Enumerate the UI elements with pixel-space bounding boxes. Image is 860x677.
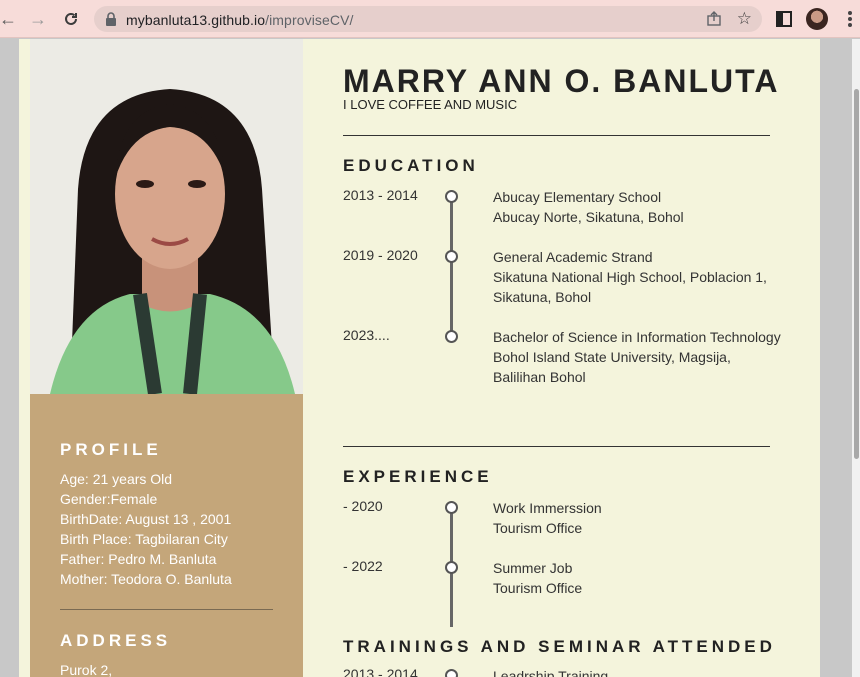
address-heading: ADDRESS: [60, 631, 172, 650]
experience-year: - 2022: [343, 558, 383, 574]
education-year: 2023....: [343, 327, 390, 343]
page-scrollbar[interactable]: [852, 39, 860, 677]
lock-icon: [106, 12, 116, 26]
tagline: I LOVE COFFEE AND MUSIC: [343, 97, 518, 112]
experience-year: - 2020: [343, 498, 383, 514]
profile-mother: Mother: Teodora O. Banluta: [60, 571, 232, 587]
education-desc: Bachelor of Science in Information Techn…: [493, 329, 781, 385]
profile-birthplace: Birth Place: Tagbilaran City: [60, 531, 228, 547]
education-desc: Abucay Elementary School Abucay Norte, S…: [493, 189, 684, 225]
timeline-dot: [445, 561, 458, 574]
education-year: 2019 - 2020: [343, 247, 418, 263]
page-margin: [19, 39, 30, 677]
menu-kebab-icon[interactable]: [846, 9, 854, 29]
timeline-dot: [445, 501, 458, 514]
education-desc: General Academic Strand Sikatuna Nationa…: [493, 249, 767, 305]
person-name: MARRY ANN O. BANLUTA: [343, 63, 780, 99]
trainings-heading: TRAININGS AND SEMINAR ATTENDED: [343, 637, 776, 656]
profile-heading: PROFILE: [60, 440, 162, 459]
main-content: MARRY ANN O. BANLUTA I LOVE COFFEE AND M…: [303, 39, 820, 677]
bookmark-star-icon[interactable]: ☆: [737, 9, 752, 29]
education-timeline-line: [450, 197, 453, 337]
timeline-dot: [445, 250, 458, 263]
profile-photo: [30, 39, 303, 394]
timeline-dot: [445, 190, 458, 203]
training-desc: Leadrship Training: [493, 668, 609, 677]
back-arrow-icon[interactable]: ←: [0, 7, 20, 31]
url-text: mybanluta13.github.io/improviseCV/: [126, 12, 354, 28]
education-year: 2013 - 2014: [343, 187, 418, 203]
profile-age: Age: 21 years Old: [60, 471, 173, 487]
education-divider: [343, 446, 770, 447]
sidebar: PROFILE Age: 21 years Old Gender:Female …: [30, 394, 303, 677]
experience-desc: Summer Job Tourism Office: [493, 560, 583, 596]
forward-arrow-icon[interactable]: →: [26, 7, 50, 31]
sidebar-divider: [60, 609, 273, 610]
header-divider: [343, 135, 770, 136]
timeline-dot: [445, 669, 458, 677]
scrollbar-thumb[interactable]: [854, 89, 859, 459]
profile-gender: Gender:Female: [60, 491, 158, 507]
address-bar[interactable]: mybanluta13.github.io/improviseCV/ ☆: [94, 6, 762, 32]
education-heading: EDUCATION: [343, 156, 479, 175]
side-panel-icon[interactable]: [776, 11, 792, 27]
timeline-dot: [445, 330, 458, 343]
training-year: 2013 - 2014: [343, 666, 418, 677]
profile-avatar[interactable]: [806, 8, 828, 30]
share-icon[interactable]: [706, 11, 722, 27]
experience-desc: Work Immerssion Tourism Office: [493, 500, 602, 536]
experience-heading: EXPERIENCE: [343, 467, 493, 486]
address-line: Purok 2,: [60, 662, 113, 677]
reload-icon[interactable]: [59, 7, 83, 31]
browser-toolbar: ← → mybanluta13.github.io/improviseCV/ ☆: [0, 0, 860, 38]
profile-father: Father: Pedro M. Banluta: [60, 551, 217, 567]
profile-birthdate: BirthDate: August 13 , 2001: [60, 511, 232, 527]
